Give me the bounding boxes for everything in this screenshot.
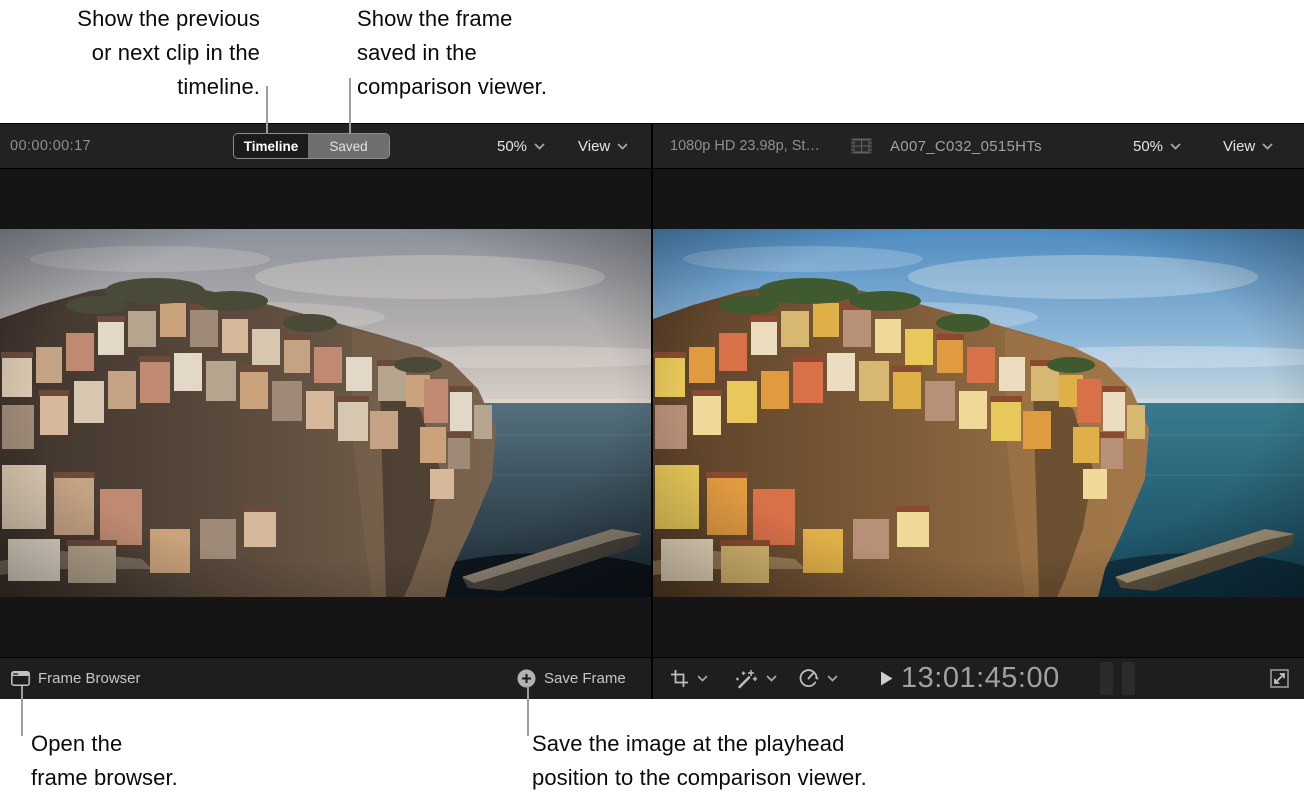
frame-browser-button[interactable]: Frame Browser (11, 658, 141, 699)
clip-name-text: A007_C032_0515HTs (890, 138, 1042, 155)
view-menu-label: View (1223, 138, 1255, 155)
expand-icon (1269, 668, 1290, 689)
callout-top-left: Show the previous or next clip in the ti… (0, 2, 260, 104)
callout-text-line: saved in the (357, 36, 677, 70)
filmstrip-icon (851, 124, 872, 168)
right-viewer-toolbar: 1080p HD 23.98p, St… A007_C032_0515HTs (653, 124, 1304, 168)
crop-icon (670, 669, 689, 688)
callout-text-line: Show the frame (357, 2, 677, 36)
right-viewer-image (653, 229, 1304, 597)
clip-format-info: 1080p HD 23.98p, St… (670, 124, 820, 168)
screenshot-canvas: Show the previous or next clip in the ti… (0, 0, 1304, 804)
save-frame-button[interactable]: Save Frame (517, 658, 626, 699)
viewer-area (0, 169, 1304, 657)
left-viewer (0, 169, 651, 657)
callout-text-line: Open the (31, 727, 291, 761)
clip-name: A007_C032_0515HTs (890, 124, 1042, 168)
left-viewer-image (0, 229, 651, 597)
window-icon (11, 671, 30, 686)
callout-text-line: Show the previous (0, 2, 260, 36)
chevron-down-icon (1262, 143, 1273, 150)
saved-toggle-button[interactable]: Saved (308, 134, 389, 158)
frame-browser-label: Frame Browser (38, 670, 141, 687)
playhead-timecode-value: 13:01:45:00 (901, 662, 1060, 695)
view-menu-label: View (578, 138, 610, 155)
expand-button[interactable] (1269, 658, 1290, 699)
play-button[interactable] (880, 658, 893, 699)
format-info-text: 1080p HD 23.98p, St… (670, 138, 820, 154)
callout-bottom-center: Save the image at the playhead position … (532, 727, 992, 795)
zoom-menu-left[interactable]: 50% (497, 124, 545, 168)
retime-menu[interactable] (798, 658, 838, 699)
timeline-toggle-button[interactable]: Timeline (234, 134, 308, 158)
view-menu-right[interactable]: View (1223, 124, 1273, 168)
playhead-timecode-display: 13:01:45:00 (901, 658, 1060, 699)
bottom-bar-left: Frame Browser Save Frame (0, 658, 651, 699)
chevron-down-icon (766, 675, 777, 682)
play-icon (880, 671, 893, 686)
chevron-down-icon (827, 675, 838, 682)
callout-text-line: or next clip in the (0, 36, 260, 70)
magic-wand-icon (735, 668, 758, 689)
enhance-menu[interactable] (735, 658, 777, 699)
timeline-saved-toggle[interactable]: Timeline Saved (233, 133, 390, 159)
chevron-down-icon (1170, 143, 1181, 150)
callout-top-center: Show the frame saved in the comparison v… (357, 2, 677, 104)
timecode-value: 00:00:00:17 (10, 138, 91, 154)
right-viewer (653, 169, 1304, 657)
callout-line-save-frame (527, 686, 529, 736)
zoom-menu-right[interactable]: 50% (1133, 124, 1181, 168)
bottom-bar-right: 13:01:45:00 (653, 658, 1304, 699)
chevron-down-icon (617, 143, 628, 150)
audio-meter-right (1122, 662, 1135, 695)
zoom-level: 50% (497, 138, 527, 155)
audio-meter-left (1100, 662, 1113, 695)
chevron-down-icon (697, 675, 708, 682)
callout-line-frame-browser (21, 686, 23, 736)
callout-text-line: comparison viewer. (357, 70, 677, 104)
callout-line-timeline (266, 86, 268, 133)
crop-menu[interactable] (670, 658, 708, 699)
save-frame-label: Save Frame (544, 670, 626, 687)
chevron-down-icon (534, 143, 545, 150)
callout-text-line: timeline. (0, 70, 260, 104)
view-menu-left[interactable]: View (578, 124, 628, 168)
callout-text-line: frame browser. (31, 761, 291, 795)
left-viewer-toolbar: 00:00:00:17 Timeline Saved 50% View (0, 124, 651, 168)
callout-text-line: Save the image at the playhead (532, 727, 992, 761)
comparison-viewer-window: 00:00:00:17 Timeline Saved 50% View (0, 123, 1304, 698)
callout-line-saved (349, 78, 351, 133)
audio-meters (1100, 658, 1135, 699)
callout-bottom-left: Open the frame browser. (31, 727, 291, 795)
retime-speedometer-icon (798, 668, 819, 689)
zoom-level: 50% (1133, 138, 1163, 155)
timecode-display: 00:00:00:17 (10, 124, 91, 168)
callout-text-line: position to the comparison viewer. (532, 761, 992, 795)
viewer-bottom-bar: Frame Browser Save Frame (0, 657, 1304, 699)
viewer-toolbar: 00:00:00:17 Timeline Saved 50% View (0, 124, 1304, 169)
